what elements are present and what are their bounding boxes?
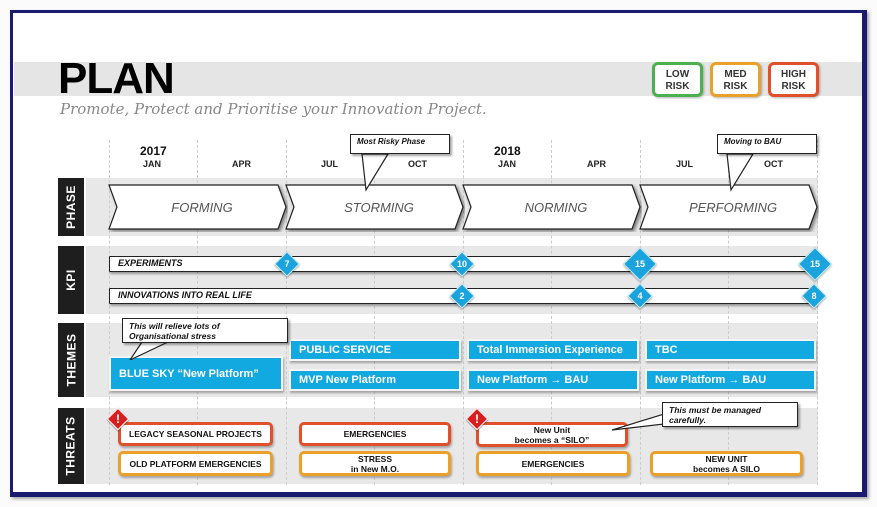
month-label: JAN (498, 159, 517, 169)
theme-blue-sky: BLUE SKY “New Platform” (109, 356, 283, 391)
risk-legend-low: LOW RISK (652, 62, 703, 97)
row-label-themes-text: THEMES (64, 333, 79, 387)
theme-total-immersion: Total Immersion Experience (467, 339, 639, 361)
month-label: JUL (676, 159, 694, 169)
callout-line: This must be managed (669, 405, 762, 415)
theme-mvp-new-platform: MVP New Platform (289, 369, 461, 391)
row-label-threats-text: THREATS (64, 416, 78, 476)
callout-line: carefully. (669, 415, 707, 425)
milestone-value: 15 (809, 259, 820, 269)
theme-new-platform-bau: New Platform → BAU (645, 369, 816, 391)
page-title: PLAN (58, 54, 175, 103)
threat-line: becomes a “SILO” (514, 434, 590, 445)
callout-relieve-stress: This will relieve lots of Organisational… (122, 318, 288, 360)
threat-emergencies: EMERGENCIES (476, 451, 630, 476)
milestone-value: 4 (637, 291, 643, 301)
milestone-value: 7 (284, 259, 290, 269)
threat-line: STRESS (357, 453, 392, 464)
warning-icon: ! (106, 407, 130, 431)
row-label-themes: THEMES (58, 323, 84, 397)
callout-text: Most Risky Phase (350, 134, 450, 154)
risk-legend-high-line2: RISK (781, 81, 806, 92)
page-subtitle: Promote, Protect and Prioritise your Inn… (60, 100, 487, 118)
callout-managed-carefully: This must be managed carefully. (612, 402, 798, 432)
callout-line: Organisational stress (129, 331, 216, 341)
warning-glyph: ! (116, 412, 120, 426)
row-label-phase-text: PHASE (64, 185, 78, 229)
theme-public-service: PUBLIC SERVICE (289, 339, 461, 361)
callout-most-risky: Most Risky Phase (350, 134, 450, 192)
milestone-value: 2 (459, 291, 465, 301)
threat-emergencies: EMERGENCIES (299, 422, 451, 446)
year-label-2018: 2018 (494, 144, 521, 158)
risk-legend-med-line1: MED (724, 69, 747, 80)
callout-text: This must be managed carefully. (662, 402, 798, 427)
row-label-kpi: KPI (58, 246, 84, 314)
month-label: JAN (143, 159, 162, 169)
theme-tbc: TBC (645, 339, 816, 361)
warning-glyph: ! (475, 412, 479, 426)
milestone-value: 8 (811, 291, 817, 301)
callout-text: This will relieve lots of Organisational… (122, 318, 288, 343)
kpi-milestone: 4 (627, 283, 653, 309)
phase-label: NORMING (524, 199, 588, 215)
threat-line: New Unit (533, 424, 571, 435)
row-label-threats: THREATS (58, 408, 84, 484)
row-label-kpi-text: KPI (63, 269, 78, 291)
risk-legend-med-line2: RISK (723, 81, 748, 92)
callout-line: This will relieve lots of (129, 321, 220, 331)
callout-moving-bau: Moving to BAU (717, 134, 817, 192)
kpi-milestone: 10 (449, 251, 475, 277)
warning-icon: ! (465, 407, 489, 431)
threat-new-unit-silo: New Unit becomes a “SILO” (476, 422, 628, 447)
callout-text: Moving to BAU (717, 134, 817, 154)
risk-legend-high-line1: HIGH (781, 69, 806, 80)
month-label: APR (587, 159, 607, 169)
theme-new-platform-bau: New Platform → BAU (467, 369, 639, 391)
threat-legacy-seasonal: LEGACY SEASONAL PROJECTS (118, 422, 273, 446)
threat-new-unit-becomes-silo: NEW UNIT becomes A SILO (650, 451, 803, 476)
threat-line: NEW UNIT (705, 453, 748, 464)
risk-legend-med: MED RISK (710, 62, 761, 97)
row-label-phase: PHASE (58, 178, 84, 236)
milestone-value: 10 (456, 259, 467, 269)
year-label-2017: 2017 (140, 144, 167, 158)
threat-stress: STRESS in New M.O. (299, 451, 451, 476)
month-label: APR (232, 159, 252, 169)
phase-label: FORMING (171, 199, 233, 215)
threat-line: in New M.O. (350, 463, 400, 474)
kpi-milestone: 15 (798, 247, 832, 281)
risk-legend-low-line2: RISK (665, 81, 690, 92)
risk-legend-high: HIGH RISK (768, 62, 819, 97)
milestone-value: 15 (634, 259, 645, 269)
phase-norming: NORMING (462, 184, 642, 230)
threat-old-platform: OLD PLATFORM EMERGENCIES (118, 451, 273, 476)
kpi-milestone: 2 (449, 283, 475, 309)
threat-line: becomes A SILO (693, 463, 760, 474)
month-label: JUL (321, 159, 339, 169)
risk-legend-low-line1: LOW (665, 69, 690, 80)
kpi-milestone: 7 (274, 251, 300, 277)
kpi-milestone: 15 (623, 247, 657, 281)
phase-forming: FORMING (108, 184, 288, 230)
kpi-milestone: 8 (801, 283, 827, 309)
